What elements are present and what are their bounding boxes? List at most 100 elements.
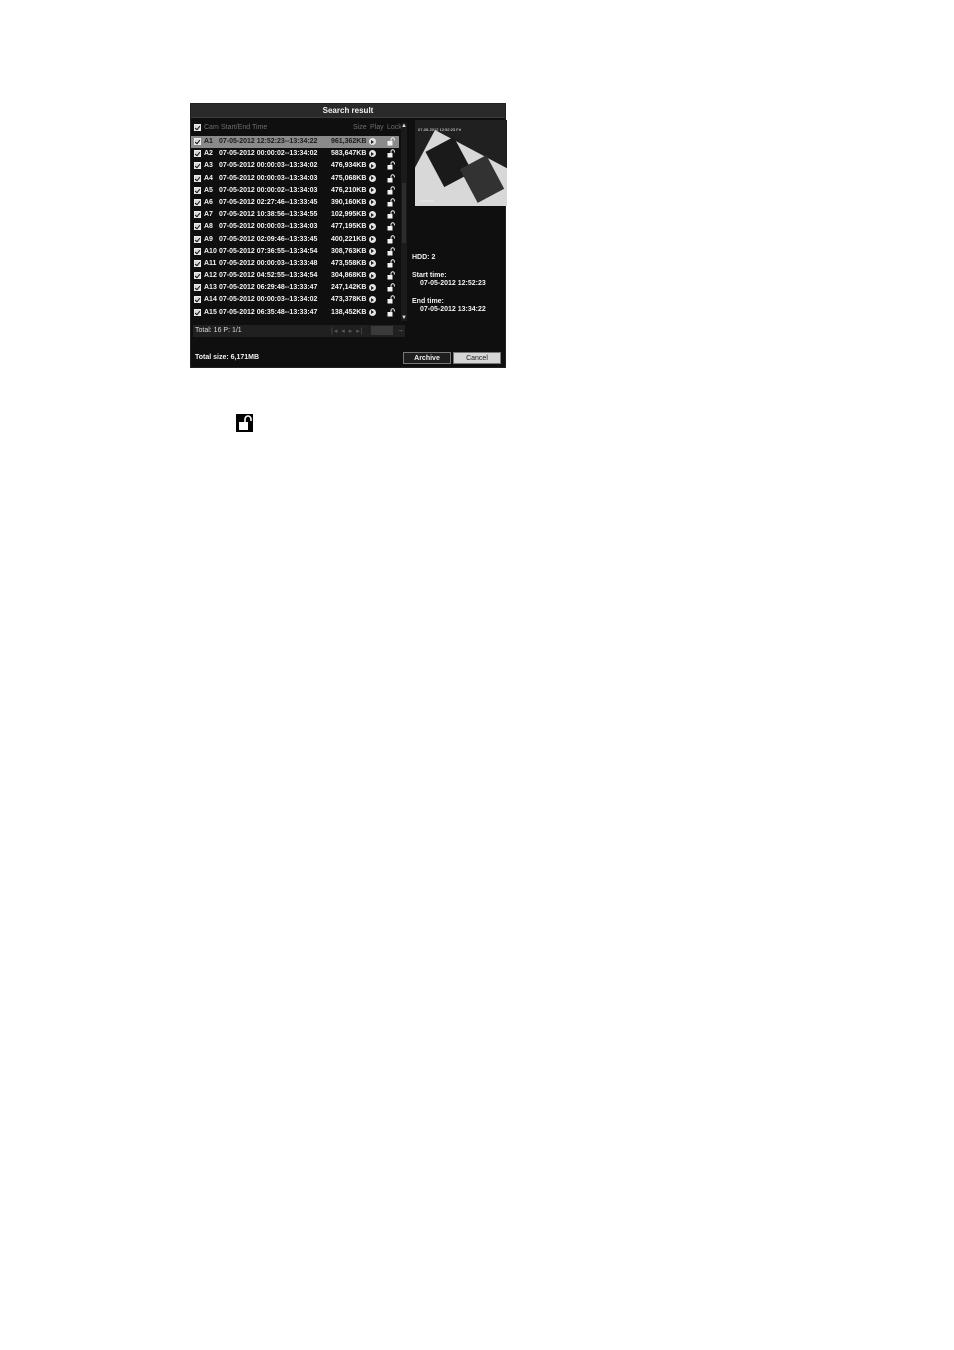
- header-play: Play: [370, 124, 384, 131]
- row-time: 07-05-2012 02:27:46--13:33:45: [219, 198, 318, 206]
- unlock-icon[interactable]: [387, 173, 395, 183]
- go-arrow-icon[interactable]: →: [397, 327, 404, 334]
- row-time: 07-05-2012 00:00:03--13:34:03: [219, 223, 318, 231]
- unlock-icon[interactable]: [387, 271, 395, 280]
- table-row[interactable]: A2 07-05-2012 00:00:02--13:34:02 583,647KB: [191, 148, 399, 160]
- row-cam: A4: [204, 174, 213, 182]
- row-checkbox[interactable]: [194, 198, 201, 206]
- play-icon[interactable]: [369, 186, 376, 194]
- page-input[interactable]: [371, 326, 393, 335]
- list-scrollbar[interactable]: ▲ ▼: [401, 123, 407, 321]
- row-time: 07-05-2012 06:29:48--13:33:47: [219, 284, 318, 292]
- row-size: 476,210KB: [331, 186, 367, 194]
- play-icon[interactable]: [369, 247, 376, 255]
- row-size: 102,995KB: [331, 211, 367, 219]
- row-checkbox[interactable]: [194, 138, 201, 145]
- preview-osd-time: 07-05-2012 12:52:23 Fri: [418, 127, 461, 132]
- scroll-down-icon[interactable]: ▼: [401, 315, 407, 321]
- row-cam: A13: [204, 284, 217, 292]
- table-row[interactable]: A13 07-05-2012 06:29:48--13:33:47 247,142K…: [191, 282, 399, 294]
- play-icon[interactable]: [369, 162, 376, 170]
- row-checkbox[interactable]: [194, 272, 201, 280]
- row-size: 473,558KB: [331, 259, 367, 267]
- row-size: 473,378KB: [331, 296, 367, 304]
- unlock-icon[interactable]: [387, 259, 395, 268]
- select-all-checkbox[interactable]: [194, 124, 201, 131]
- row-checkbox[interactable]: [194, 223, 201, 231]
- unlock-icon[interactable]: [387, 149, 395, 158]
- row-checkbox[interactable]: [194, 284, 201, 292]
- row-size: 308,763KB: [331, 247, 367, 255]
- unlock-icon[interactable]: [387, 161, 395, 170]
- table-row[interactable]: A8 07-05-2012 00:00:03--13:34:03 477,195KB: [191, 221, 399, 233]
- row-checkbox[interactable]: [194, 186, 201, 194]
- row-size: 961,362KB: [331, 138, 367, 145]
- play-icon[interactable]: [369, 235, 376, 243]
- unlock-icon[interactable]: [387, 210, 395, 219]
- row-checkbox[interactable]: [194, 235, 201, 243]
- start-time-value: 07-05-2012 12:52:23: [420, 280, 486, 287]
- play-icon[interactable]: [369, 284, 376, 292]
- archive-button[interactable]: Archive: [403, 352, 451, 364]
- unlock-icon[interactable]: [387, 283, 395, 292]
- unlock-icon[interactable]: [387, 186, 395, 195]
- table-row[interactable]: A10 07-05-2012 07:36:55--13:34:54 308,763K…: [191, 246, 399, 258]
- scroll-up-icon[interactable]: ▲: [401, 123, 407, 129]
- play-icon[interactable]: [369, 272, 376, 280]
- table-row[interactable]: A3 07-05-2012 00:00:03--13:34:02 476,934KB: [191, 160, 399, 172]
- row-time: 07-05-2012 12:52:23--13:34:22: [219, 138, 318, 145]
- row-cam: A12: [204, 272, 217, 280]
- play-icon[interactable]: [369, 198, 376, 206]
- play-icon[interactable]: [369, 211, 376, 219]
- row-cam: A10: [204, 247, 217, 255]
- pager-controls[interactable]: |◂ ◂ ▸ ▸|: [331, 327, 364, 335]
- table-row[interactable]: A1 07-05-2012 12:52:23--13:34:22 961,362KB: [191, 136, 399, 149]
- row-checkbox[interactable]: [194, 247, 201, 255]
- unlock-icon[interactable]: [387, 247, 395, 256]
- unlock-icon[interactable]: [387, 198, 395, 207]
- play-icon[interactable]: [369, 138, 376, 145]
- row-checkbox[interactable]: [194, 211, 201, 219]
- unlock-icon[interactable]: [387, 308, 395, 317]
- play-icon[interactable]: [369, 150, 376, 158]
- table-row[interactable]: A11 07-05-2012 00:00:03--13:33:48 473,558K…: [191, 258, 399, 270]
- end-time-label: End time:: [412, 298, 444, 305]
- header-lock: Lock: [387, 124, 402, 131]
- result-rows: A1 07-05-2012 12:52:23--13:34:22 961,362KB…: [191, 136, 399, 319]
- unlock-icon[interactable]: [387, 137, 395, 146]
- unlock-icon[interactable]: [387, 295, 395, 304]
- table-row[interactable]: A5 07-05-2012 00:00:02--13:34:03 476,210KB: [191, 185, 399, 197]
- play-icon[interactable]: [369, 223, 376, 231]
- row-checkbox[interactable]: [194, 308, 201, 316]
- table-row[interactable]: A7 07-05-2012 10:38:56--13:34:55 102,995KB: [191, 209, 399, 221]
- table-row[interactable]: A12 07-05-2012 04:52:55--13:34:54 304,868K…: [191, 270, 399, 282]
- cancel-button[interactable]: Cancel: [453, 352, 501, 364]
- row-time: 07-05-2012 00:00:03--13:34:02: [219, 296, 318, 304]
- row-checkbox[interactable]: [194, 296, 201, 304]
- row-time: 07-05-2012 00:00:02--13:34:03: [219, 186, 318, 194]
- window-title: Search result: [191, 104, 505, 118]
- row-cam: A14: [204, 296, 217, 304]
- row-checkbox[interactable]: [194, 174, 201, 182]
- row-checkbox[interactable]: [194, 162, 201, 170]
- scroll-thumb[interactable]: [402, 183, 406, 243]
- total-size: Total size: 6,171MB: [195, 354, 260, 361]
- row-checkbox[interactable]: [194, 259, 201, 267]
- unlock-icon[interactable]: [387, 222, 395, 231]
- play-icon[interactable]: [369, 174, 376, 182]
- row-cam: A3: [204, 162, 213, 170]
- table-row[interactable]: A14 07-05-2012 00:00:03--13:34:02 473,378K…: [191, 294, 399, 306]
- table-row[interactable]: A9 07-05-2012 02:09:46--13:33:45 400,221KB: [191, 234, 399, 246]
- unlock-icon[interactable]: [387, 234, 395, 244]
- row-time: 07-05-2012 00:00:03--13:34:02: [219, 162, 318, 170]
- header-time: Start/End Time: [221, 124, 268, 131]
- play-icon[interactable]: [369, 308, 376, 316]
- play-icon[interactable]: [369, 259, 376, 267]
- video-preview: 07-05-2012 12:52:23 Fri Camera: [415, 120, 507, 206]
- table-row[interactable]: A15 07-05-2012 06:35:48--13:33:47 138,452K…: [191, 307, 399, 319]
- row-checkbox[interactable]: [194, 150, 201, 158]
- table-row[interactable]: A4 07-05-2012 00:00:03--13:34:03 475,068KB: [191, 173, 399, 185]
- play-icon[interactable]: [369, 296, 376, 304]
- table-row[interactable]: A6 07-05-2012 02:27:46--13:33:45 390,160KB: [191, 197, 399, 209]
- row-cam: A7: [204, 211, 213, 219]
